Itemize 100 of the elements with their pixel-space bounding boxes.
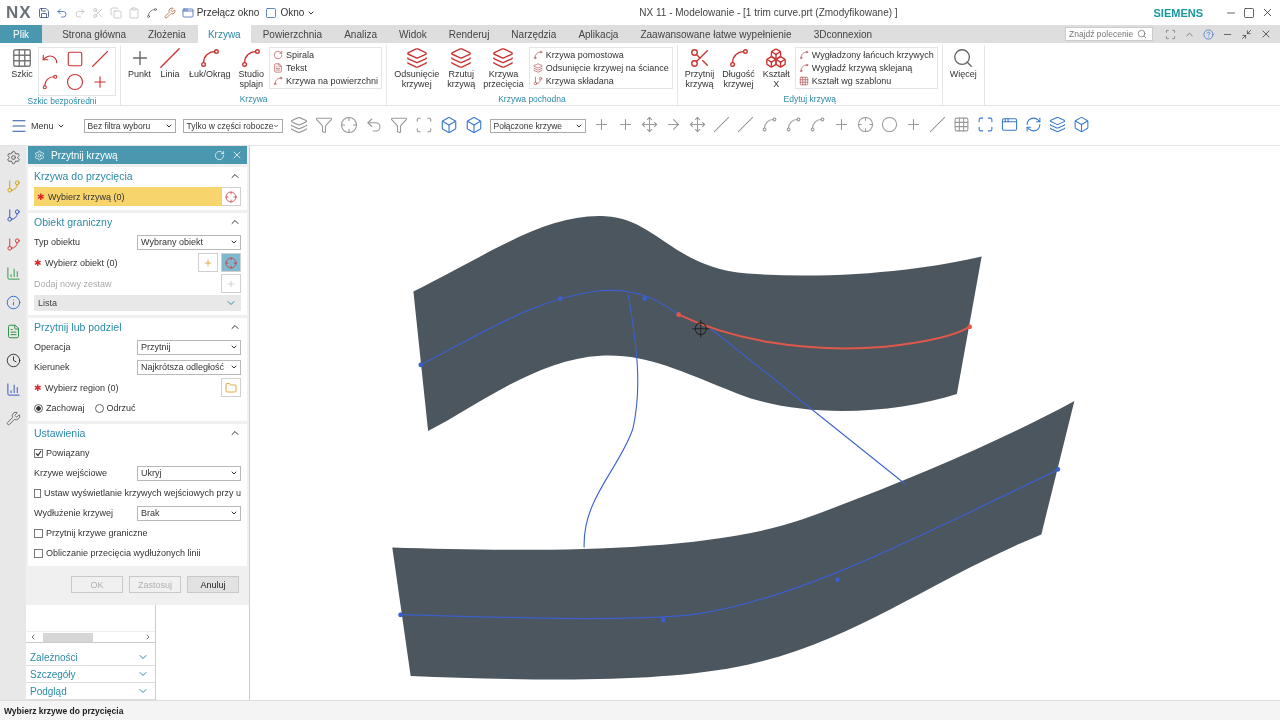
ribbon-command[interactable]: Kształt wg szablonu: [798, 75, 934, 87]
document-icon[interactable]: [5, 324, 21, 339]
ribbon-tab[interactable]: Zaawansowane łatwe wypełnienie: [630, 25, 802, 43]
box-icon[interactable]: [439, 115, 458, 134]
info-icon[interactable]: [5, 295, 21, 310]
history-icon[interactable]: [5, 353, 21, 368]
checkbox[interactable]: [34, 488, 41, 498]
filter-icon[interactable]: [314, 115, 333, 134]
dropdown[interactable]: Bez filtra wyboru: [83, 118, 176, 133]
selection-icon[interactable]: [414, 115, 433, 134]
ribbon-tab[interactable]: Renderuj: [438, 25, 500, 43]
zoom-icon[interactable]: [976, 116, 994, 133]
scroll-bar[interactable]: [26, 631, 155, 643]
panel-icon[interactable]: [1165, 28, 1176, 40]
cube-icon[interactable]: [1072, 116, 1090, 133]
tool-icon[interactable]: [163, 6, 176, 19]
help-icon[interactable]: [1203, 28, 1214, 40]
paste-icon[interactable]: [127, 6, 140, 19]
maximize-icon[interactable]: [1243, 6, 1255, 19]
filter-icon[interactable]: [389, 115, 408, 134]
dialog-button[interactable]: Anuluj: [187, 576, 239, 593]
layers-icon[interactable]: [289, 115, 308, 134]
restore-icon[interactable]: [1241, 28, 1252, 40]
layers-icon[interactable]: [1048, 116, 1066, 133]
selection-row[interactable]: ✱ Wybierz obiekt (0): [34, 253, 241, 272]
undo-icon[interactable]: [55, 6, 68, 19]
ribbon-command[interactable]: Wygładź krzywą sklejaną: [798, 62, 934, 74]
line-icon[interactable]: [736, 116, 754, 133]
move-icon[interactable]: [640, 116, 658, 133]
cut-icon[interactable]: [91, 6, 104, 19]
ribbon-button[interactable]: Krzywa przecięcia: [480, 45, 527, 92]
dropdown[interactable]: Brak: [137, 505, 241, 521]
dropdown[interactable]: Tylko w części robocze: [182, 118, 283, 133]
ribbon-tab[interactable]: Narzędzia: [501, 25, 567, 43]
ribbon-tab[interactable]: Widok: [388, 25, 437, 43]
checkbox[interactable]: [34, 448, 43, 458]
circle-icon[interactable]: [880, 116, 898, 133]
ribbon-tab[interactable]: Strona główna: [52, 25, 137, 43]
radio-option[interactable]: Zachowaj: [34, 403, 85, 413]
ribbon-tab[interactable]: Krzywa: [197, 25, 251, 43]
curve-icon[interactable]: [784, 116, 802, 133]
move-icon[interactable]: [688, 116, 706, 133]
ribbon-command[interactable]: Wygładzony łańcuch krzywych: [798, 49, 934, 61]
ribbon-button[interactable]: Przytnij krzywą: [681, 45, 718, 92]
window-menu[interactable]: Okno: [265, 6, 316, 19]
dropdown[interactable]: Ukryj: [137, 465, 241, 481]
sketch-gallery[interactable]: [38, 47, 116, 96]
gear-icon[interactable]: [5, 150, 21, 165]
plus-icon[interactable]: [91, 73, 109, 91]
select-button[interactable]: [221, 378, 241, 397]
menu-button[interactable]: Menu: [8, 114, 67, 137]
line-icon[interactable]: [928, 116, 946, 133]
curve-icon[interactable]: [808, 116, 826, 133]
crosshair-icon[interactable]: [339, 115, 358, 134]
selection-row[interactable]: ✱ Wybierz region (0): [34, 378, 241, 397]
add-set-button[interactable]: [198, 253, 218, 272]
ribbon-tab[interactable]: 3Dconnexion: [803, 25, 882, 43]
undo-icon[interactable]: [364, 115, 383, 134]
ribbon-tab[interactable]: Złożenia: [138, 25, 196, 43]
ribbon-button[interactable]: Linia: [156, 45, 184, 82]
ribbon-command[interactable]: Odsunięcie krzywej na ściance: [532, 62, 669, 74]
tree-icon[interactable]: [5, 179, 21, 194]
ribbon-button[interactable]: Punkt: [125, 45, 154, 82]
ribbon-button[interactable]: Rzutuj krzywą: [444, 45, 479, 92]
rectangle-icon[interactable]: [66, 50, 84, 68]
redo-icon[interactable]: [73, 6, 86, 19]
ribbon-command[interactable]: Krzywa na powierzchni: [273, 75, 379, 87]
select-button[interactable]: [221, 253, 241, 272]
list-header[interactable]: Lista: [34, 295, 241, 311]
save-icon[interactable]: [37, 6, 50, 19]
checkbox[interactable]: [34, 528, 43, 538]
dropdown[interactable]: Najkrótsza odległość: [137, 359, 241, 375]
add-set-button[interactable]: [221, 274, 241, 293]
dropdown[interactable]: Przytnij: [137, 339, 241, 355]
ribbon-tab[interactable]: Aplikacja: [568, 25, 629, 43]
dropdown[interactable]: Wybrany obiekt: [137, 234, 241, 250]
cube-icon[interactable]: [464, 115, 483, 134]
ribbon-command[interactable]: Krzywa składana: [532, 75, 669, 87]
curve-icon[interactable]: [760, 116, 778, 133]
ribbon-tab[interactable]: Analiza: [334, 25, 387, 43]
radio-option[interactable]: Odrzuć: [94, 403, 136, 413]
window-icon[interactable]: [1000, 116, 1018, 133]
checkbox[interactable]: [34, 548, 43, 558]
line-icon[interactable]: [712, 116, 730, 133]
ribbon-button[interactable]: Odsunięcie krzywej: [391, 45, 443, 92]
ribbon-tab[interactable]: Powierzchnia: [252, 25, 333, 43]
tool-icon[interactable]: [5, 411, 21, 426]
select-button[interactable]: [221, 187, 241, 206]
ribbon-button[interactable]: Kształt X: [759, 45, 793, 92]
copy-icon[interactable]: [109, 6, 122, 19]
reset-icon[interactable]: [214, 149, 225, 161]
circle-icon[interactable]: [66, 73, 84, 91]
selection-row[interactable]: ✱ Wybierz krzywą (0): [34, 187, 241, 206]
line-icon[interactable]: [91, 50, 109, 68]
dropdown[interactable]: Połączone krzywe: [489, 118, 586, 133]
ribbon-button[interactable]: Długość krzywej: [719, 45, 758, 92]
switch-window-button[interactable]: Przełącz okno: [181, 6, 260, 19]
rotate-icon[interactable]: [1024, 116, 1042, 133]
ribbon-command[interactable]: Krzywa pomostowa: [532, 49, 669, 61]
ribbon-button[interactable]: Studio splajn: [235, 45, 268, 92]
